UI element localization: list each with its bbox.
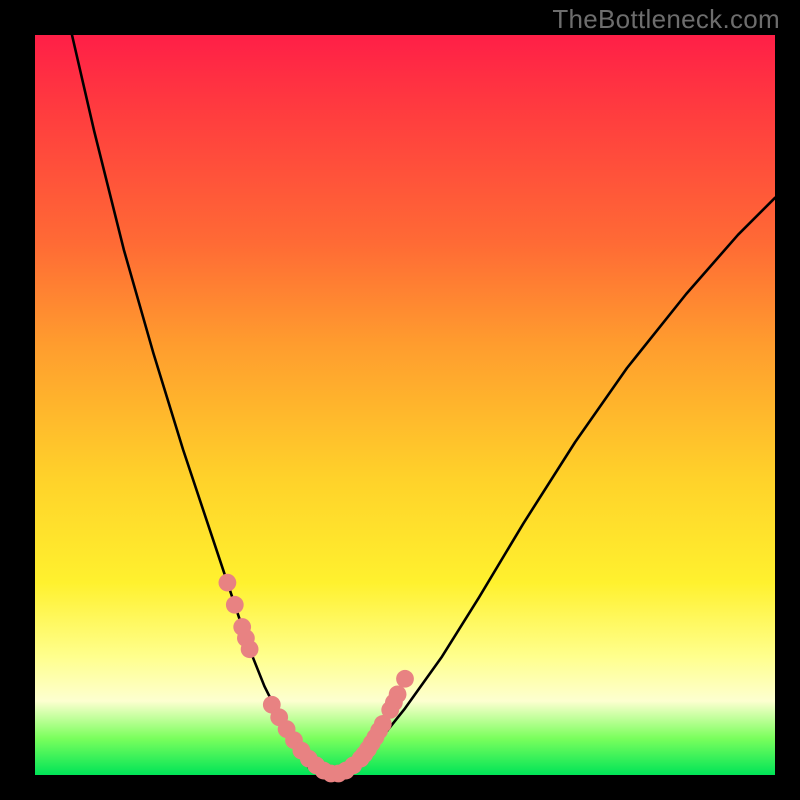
- marker-dot: [226, 596, 244, 614]
- plot-area: [35, 35, 775, 775]
- marker-dot: [219, 574, 237, 592]
- watermark-text: TheBottleneck.com: [552, 4, 780, 35]
- chart-svg: [35, 35, 775, 775]
- curve-path: [72, 35, 775, 775]
- marker-dot: [396, 670, 414, 688]
- chart-frame: TheBottleneck.com: [0, 0, 800, 800]
- marker-dot: [389, 685, 407, 703]
- marker-group: [219, 574, 414, 783]
- marker-dot: [241, 640, 259, 658]
